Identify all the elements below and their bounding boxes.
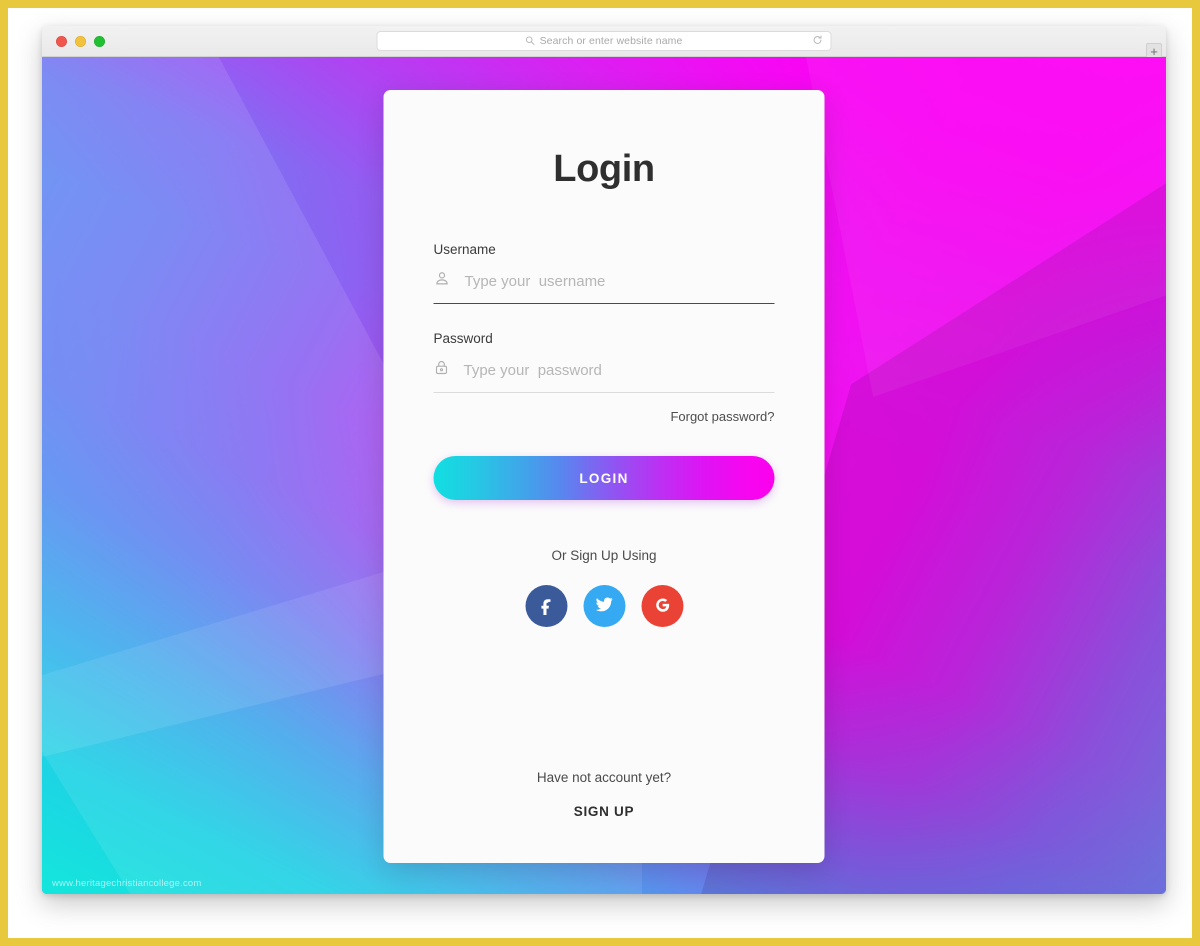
twitter-login-button[interactable] bbox=[583, 585, 625, 627]
close-window-button[interactable] bbox=[56, 35, 67, 47]
forgot-password-link[interactable]: Forgot password? bbox=[670, 409, 774, 424]
login-button[interactable]: LOGIN bbox=[433, 456, 775, 500]
watermark: www.heritagechristiancollege.com bbox=[52, 878, 202, 889]
facebook-icon bbox=[536, 595, 556, 618]
page-title: Login bbox=[553, 148, 655, 190]
user-icon bbox=[434, 270, 451, 292]
search-icon bbox=[526, 32, 535, 50]
browser-window: Search or enter website name + Login Use… bbox=[42, 26, 1166, 894]
zoom-window-button[interactable] bbox=[94, 35, 105, 47]
minimize-window-button[interactable] bbox=[75, 35, 86, 47]
address-bar-content: Search or enter website name bbox=[526, 32, 683, 50]
social-login-row bbox=[434, 585, 775, 627]
google-login-button[interactable] bbox=[641, 585, 683, 627]
window-controls bbox=[42, 35, 105, 47]
lock-icon bbox=[434, 359, 450, 381]
google-icon bbox=[652, 595, 672, 618]
forgot-password-row: Forgot password? bbox=[434, 408, 774, 426]
username-label: Username bbox=[433, 242, 496, 257]
browser-toolbar: Search or enter website name + bbox=[42, 26, 1166, 59]
have-account-text: Have not account yet? bbox=[536, 770, 672, 785]
twitter-icon bbox=[594, 594, 615, 618]
username-field-group: Username bbox=[433, 242, 775, 304]
address-bar[interactable]: Search or enter website name bbox=[376, 31, 832, 51]
username-input[interactable] bbox=[464, 272, 775, 290]
or-sign-up-using-label: Or Sign Up Using bbox=[551, 548, 657, 563]
sign-up-link[interactable]: SIGN UP bbox=[574, 804, 634, 819]
password-field-group: Password bbox=[433, 331, 775, 393]
reload-icon[interactable] bbox=[813, 32, 823, 50]
password-input[interactable] bbox=[463, 361, 775, 379]
password-input-row[interactable] bbox=[433, 359, 775, 393]
page-frame: Search or enter website name + Login Use… bbox=[0, 0, 1200, 946]
facebook-login-button[interactable] bbox=[525, 585, 567, 627]
page-viewport: Login Username Type your username Passwo… bbox=[42, 57, 1166, 894]
address-bar-placeholder: Search or enter website name bbox=[539, 35, 683, 47]
login-card: Login Username Type your username Passwo… bbox=[383, 90, 825, 863]
password-label: Password bbox=[433, 331, 493, 346]
username-input-row[interactable] bbox=[433, 270, 775, 304]
card-footer: Have not account yet? SIGN UP bbox=[384, 770, 825, 821]
